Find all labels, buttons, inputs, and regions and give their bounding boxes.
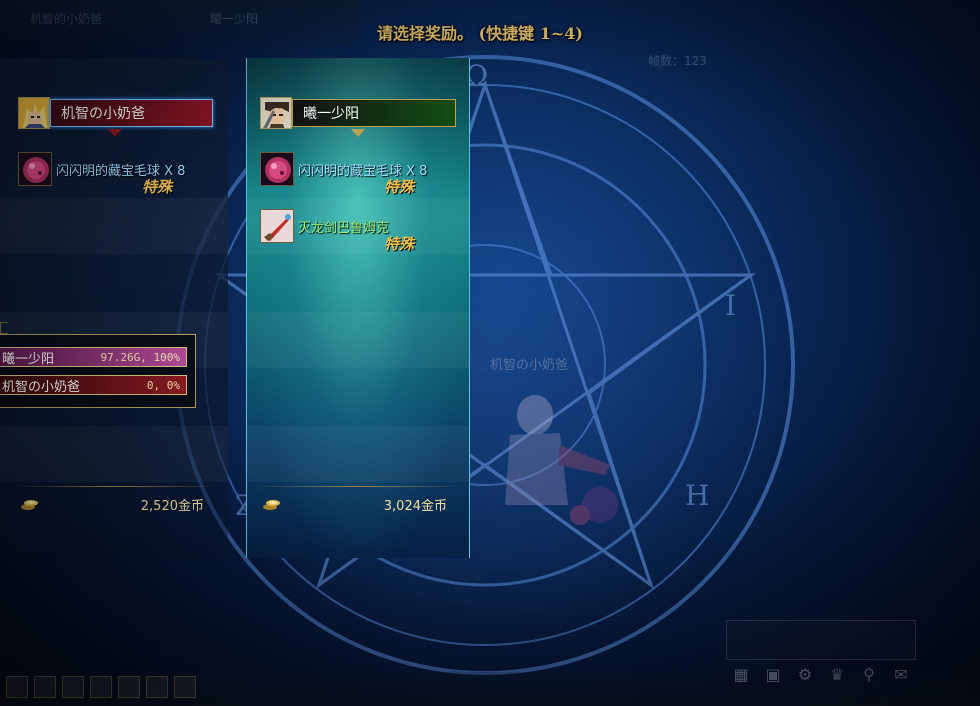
- roll-panel-tab: [0, 322, 8, 334]
- selection-pointer: [108, 129, 122, 137]
- roll-value: 97.26G, 100%: [100, 350, 180, 364]
- reward-item-name: 灭龙剑巴鲁姆克: [298, 221, 390, 236]
- minimap-hud-frame: [726, 620, 916, 660]
- hud-frame-counter: 帧数：123: [648, 54, 707, 68]
- roll-result-row: 曦一少阳 97.26G, 100%: [0, 347, 187, 367]
- reward-prompt-title: 请选择奖励。 (快捷键 1~4): [377, 24, 583, 43]
- skill-slot[interactable]: [146, 676, 168, 698]
- gold-amount: 3,024金币: [383, 499, 447, 514]
- skill-slot[interactable]: [62, 676, 84, 698]
- player-name-plate: 机智の小奶爸: [18, 96, 213, 130]
- character-name-overhead: 机智の小奶爸: [490, 358, 569, 373]
- dungeon-reward-scene: Ω I H Z 机智的小奶爸 曦一少阳 帧数：123 请选择奖励。 (快捷键 1…: [0, 0, 980, 706]
- reward-rarity-tag: 特殊: [384, 178, 415, 196]
- roll-result-row: 机智の小奶爸 0, 0%: [0, 375, 187, 395]
- calendar-icon[interactable]: ▦: [730, 664, 752, 686]
- reward-rarity-tag: 特殊: [384, 235, 415, 253]
- sword-icon: [260, 209, 294, 243]
- row-stripe: [0, 198, 228, 254]
- selection-pointer: [351, 129, 365, 137]
- roll-player-name: 曦一少阳: [2, 351, 55, 367]
- svg-text:I: I: [725, 289, 736, 322]
- player-avatar: [18, 97, 50, 129]
- mail-icon[interactable]: ✉: [890, 664, 912, 686]
- reward-item[interactable]: 闪闪明的藏宝毛球 X 8 特殊: [18, 152, 223, 196]
- reward-item[interactable]: 灭龙剑巴鲁姆克 特殊: [260, 209, 465, 253]
- gold-coin-icon: [21, 500, 38, 510]
- gold-reward: 2,520金币: [20, 494, 204, 514]
- row-stripe: [247, 426, 469, 482]
- divider: [10, 486, 220, 487]
- gold-coin-icon: [263, 500, 280, 510]
- trophy-icon[interactable]: ♛: [826, 664, 848, 686]
- player-name-label: 曦一少阳: [292, 99, 456, 127]
- fur-ball-icon: [18, 152, 52, 186]
- fur-ball-icon: [260, 152, 294, 186]
- skill-slot[interactable]: [174, 676, 196, 698]
- reward-item[interactable]: 闪闪明的藏宝毛球 X 8 特殊: [260, 152, 465, 196]
- skill-slot[interactable]: [118, 676, 140, 698]
- svg-text:H: H: [685, 479, 709, 512]
- player-name-plate: 曦一少阳: [260, 96, 456, 130]
- roll-results-panel: 曦一少阳 97.26G, 100% 机智の小奶爸 0, 0%: [0, 334, 196, 408]
- bag-icon[interactable]: ▣: [762, 664, 784, 686]
- player-avatar: [260, 97, 292, 129]
- skill-slot[interactable]: [6, 676, 28, 698]
- reward-rarity-tag: 特殊: [142, 178, 173, 196]
- row-stripe: [247, 312, 469, 368]
- roll-value: 0, 0%: [146, 378, 180, 392]
- map-pin-icon[interactable]: ⚲: [858, 664, 880, 686]
- gear-icon[interactable]: ⚙: [794, 664, 816, 686]
- skill-slot[interactable]: [90, 676, 112, 698]
- player-name-label: 机智の小奶爸: [50, 99, 213, 127]
- gold-amount: 2,520金币: [140, 499, 204, 514]
- gold-reward: 3,024金币: [262, 494, 447, 514]
- row-stripe: [0, 426, 228, 482]
- roll-player-name: 机智の小奶爸: [2, 379, 81, 395]
- skill-slot[interactable]: [34, 676, 56, 698]
- divider: [252, 486, 464, 487]
- player-character-sprite: [505, 395, 618, 525]
